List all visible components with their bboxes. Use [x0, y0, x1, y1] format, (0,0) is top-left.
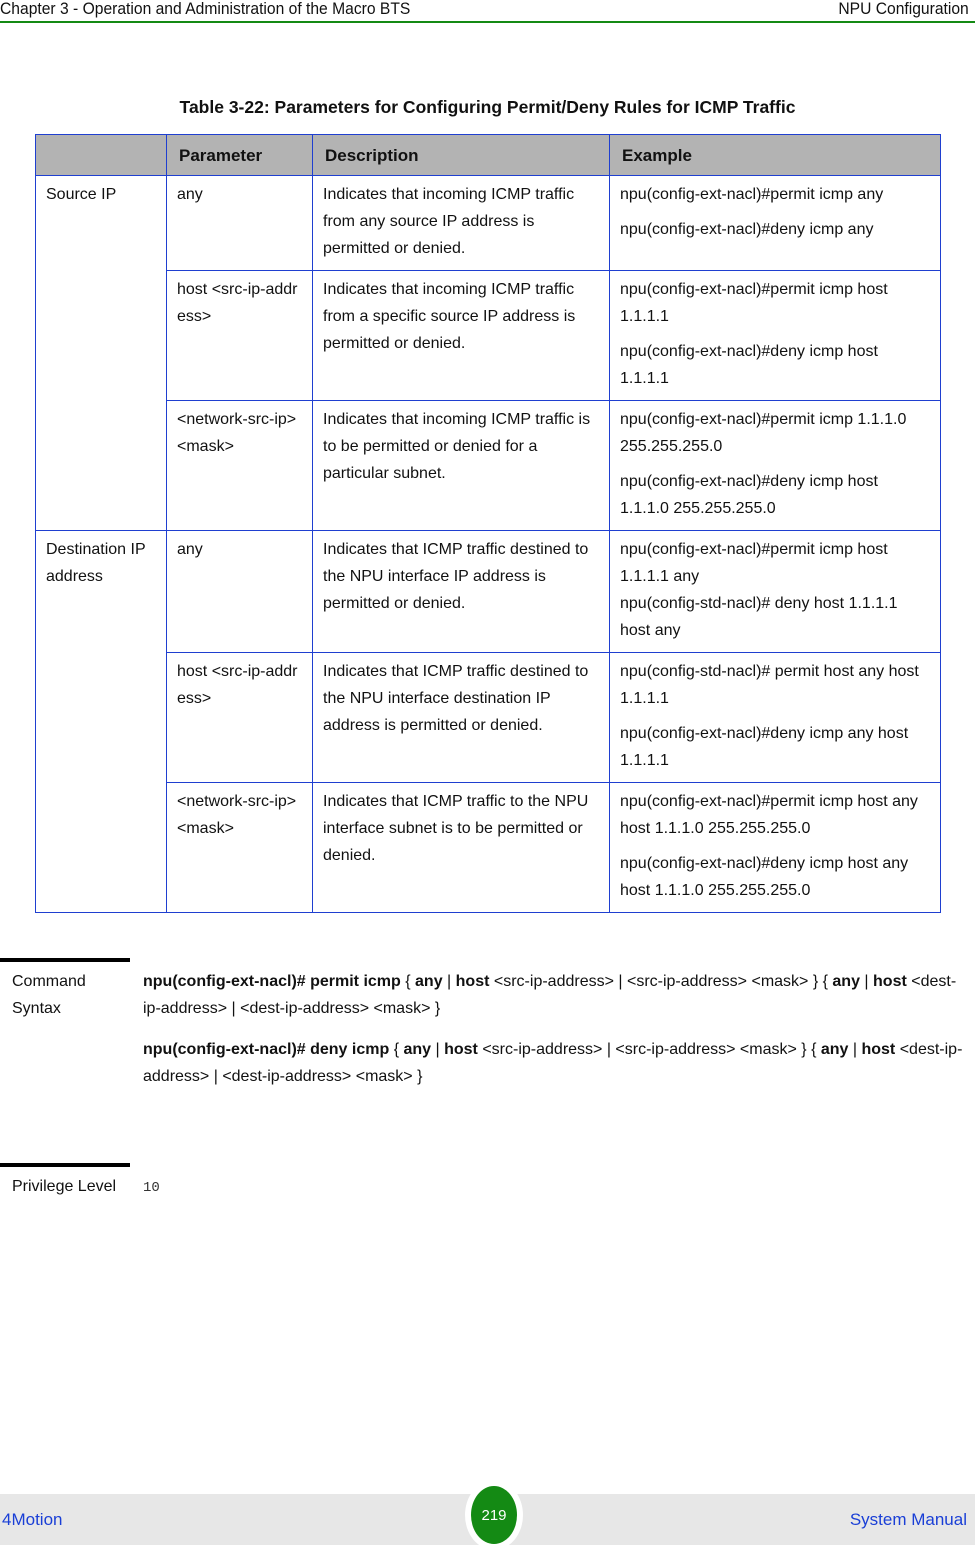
table-caption: Table 3-22: Parameters for Configuring P… — [179, 97, 796, 117]
syntax-keyword: any — [820, 1041, 849, 1058]
table-row: host <src-ip-address> Indicates that inc… — [36, 270, 941, 401]
syntax-keyword: any — [832, 973, 860, 990]
parameter-cell: any — [166, 530, 313, 653]
parameters-table: Parameter Description Example Source IP … — [35, 134, 941, 913]
example-cell: npu(config-ext-nacl)#permit icmp host 1.… — [609, 270, 941, 401]
parameter-cell: <network-src-ip> <mask> — [166, 782, 313, 913]
syntax-keyword: any — [403, 1041, 432, 1058]
description-cell: Indicates that incoming ICMP traffic fro… — [312, 270, 610, 401]
table-row: <network-src-ip> <mask> Indicates that i… — [36, 400, 941, 531]
example-line: npu(config-std-nacl)# deny host 1.1.1.1 … — [620, 595, 898, 639]
syntax-text: <src-ip-address> | <src-ip-address> <mas… — [477, 1041, 821, 1058]
table-row: Source IP any Indicates that incoming IC… — [35, 175, 941, 531]
product-name: 4Motion — [2, 1510, 63, 1529]
syntax-keyword: host — [444, 1041, 478, 1058]
description-cell: Indicates that incoming ICMP traffic is … — [312, 400, 610, 531]
page-header: Chapter 3 - Operation and Administration… — [0, 0, 975, 23]
example-line: npu(config-ext-nacl)#permit icmp host 1.… — [620, 541, 888, 585]
column-header-example: Example — [609, 134, 941, 176]
syntax-text: | — [431, 1041, 445, 1058]
section-rule — [0, 958, 130, 962]
command-syntax-label: Command Syntax — [12, 973, 86, 1017]
syntax-text: { — [400, 973, 416, 990]
syntax-line-deny: npu(config-ext-nacl)# deny icmp { any | … — [143, 1036, 963, 1090]
syntax-keyword: host — [455, 973, 490, 990]
description-cell: Indicates that ICMP traffic destined to … — [312, 652, 610, 783]
description-cell: Indicates that ICMP traffic destined to … — [312, 530, 610, 653]
section-rule — [0, 1163, 130, 1167]
document-type: System Manual — [849, 1510, 967, 1529]
table-row: <network-src-ip> <mask> Indicates that I… — [36, 782, 941, 913]
parameter-cell: host <src-ip-address> — [166, 652, 313, 783]
syntax-keyword: any — [415, 973, 443, 990]
parameter-cell: any — [166, 175, 313, 271]
example-line: npu(config-ext-nacl)#deny icmp host 1.1.… — [620, 343, 878, 387]
syntax-text: | — [859, 973, 874, 990]
page-number: 219 — [481, 1506, 507, 1524]
syntax-text: <src-ip-address> | <src-ip-address> <mas… — [489, 973, 833, 990]
syntax-text: | — [848, 1041, 862, 1058]
column-header-parameter: Parameter — [166, 134, 313, 176]
parameter-cell: host <src-ip-address> — [166, 270, 313, 401]
example-cell: npu(config-ext-nacl)#permit icmp any npu… — [609, 175, 941, 271]
section-title: NPU Configuration — [838, 0, 969, 18]
parameter-cell: <network-src-ip> <mask> — [166, 400, 313, 531]
example-cell: npu(config-ext-nacl)#permit icmp host 1.… — [609, 530, 941, 653]
example-cell: npu(config-ext-nacl)#permit icmp host an… — [609, 782, 941, 913]
syntax-line-permit: npu(config-ext-nacl)# permit icmp { any … — [143, 968, 963, 1022]
group-cell: Source IP — [35, 175, 167, 531]
privilege-level-label: Privilege Level — [12, 1178, 117, 1195]
group-cell: Destination IP address — [35, 530, 167, 913]
table-row: Destination IP address any Indicates tha… — [35, 530, 941, 913]
example-line: npu(config-ext-nacl)#permit icmp host 1.… — [620, 281, 888, 325]
example-line: npu(config-ext-nacl)#deny icmp any host … — [620, 725, 909, 769]
table-header-row: Parameter Description Example — [35, 134, 941, 176]
chapter-title: Chapter 3 - Operation and Administration… — [0, 0, 411, 18]
example-line: npu(config-std-nacl)# permit host any ho… — [620, 663, 919, 707]
example-line: npu(config-ext-nacl)#permit icmp 1.1.1.0… — [620, 411, 907, 455]
example-line: npu(config-ext-nacl)#permit icmp host an… — [620, 793, 918, 837]
syntax-text: | — [442, 973, 456, 990]
column-header-description: Description — [312, 134, 610, 176]
syntax-keyword: host — [873, 973, 907, 990]
privilege-level-content: 10 — [143, 1173, 963, 1202]
description-cell: Indicates that ICMP traffic to the NPU i… — [312, 782, 610, 913]
description-cell: Indicates that incoming ICMP traffic fro… — [312, 175, 610, 271]
example-line: npu(config-ext-nacl)#deny icmp host any … — [620, 855, 909, 899]
syntax-text: { — [389, 1041, 404, 1058]
page-footer: 4Motion 219 System Manual — [0, 1480, 975, 1550]
example-cell: npu(config-std-nacl)# permit host any ho… — [609, 652, 941, 783]
table-row: host <src-ip-address> Indicates that ICM… — [36, 652, 941, 783]
example-line: npu(config-ext-nacl)#deny icmp any — [620, 221, 874, 238]
example-line: npu(config-ext-nacl)#permit icmp any — [620, 186, 884, 203]
syntax-prompt: npu(config-ext-nacl)# permit icmp — [143, 973, 401, 990]
privilege-level-value: 10 — [143, 1180, 160, 1196]
syntax-prompt: npu(config-ext-nacl)# deny icmp — [143, 1041, 390, 1058]
example-cell: npu(config-ext-nacl)#permit icmp 1.1.1.0… — [609, 400, 941, 531]
page-number-badge: 219 — [471, 1486, 517, 1544]
column-header-group — [35, 134, 167, 176]
example-line: npu(config-ext-nacl)#deny icmp host 1.1.… — [620, 473, 878, 517]
command-syntax-content: npu(config-ext-nacl)# permit icmp { any … — [143, 968, 963, 1104]
syntax-keyword: host — [861, 1041, 896, 1058]
